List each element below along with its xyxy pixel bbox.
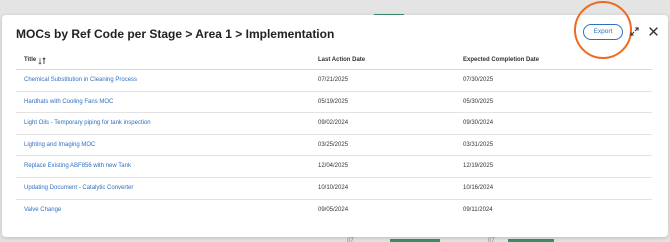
expected-completion-date: 03/31/2025: [463, 141, 494, 148]
table-row: Hardhats with Cooling Fans MOC 05/19/202…: [16, 92, 652, 114]
expected-completion-date: 12/19/2025: [463, 163, 494, 170]
column-header-title[interactable]: Title: [24, 57, 36, 63]
last-action-date: 03/25/2025: [318, 141, 349, 148]
table-row: Lighting and Imaging MOC 03/25/2025 03/3…: [16, 135, 652, 157]
expected-completion-date: 07/30/2025: [463, 77, 494, 83]
expected-completion-date: 10/16/2024: [463, 184, 494, 191]
last-action-date: 09/02/2024: [318, 120, 349, 127]
moc-title-link[interactable]: Updating Document - Catalytic Converter: [24, 185, 133, 191]
moc-title-link[interactable]: Light Oils - Temporary piping for tank i…: [24, 120, 151, 126]
expected-completion-date: 09/30/2024: [463, 120, 494, 127]
table-row: Valve Change 09/05/2024 09/11/2024: [16, 200, 652, 222]
moc-title-link[interactable]: Lighting and Imaging MOC: [24, 142, 95, 148]
moc-title-link[interactable]: Replace Existing ABF856 with new Tank: [24, 163, 131, 169]
background-label: 07: [347, 238, 354, 242]
expected-completion-date: 05/30/2025: [463, 98, 494, 105]
table-row: Replace Existing ABF856 with new Tank 12…: [16, 156, 652, 178]
last-action-date: 10/10/2024: [318, 184, 349, 191]
moc-table: Title Last Action Date Expected Completi…: [16, 53, 652, 221]
table-row: Light Oils - Temporary piping for tank i…: [16, 113, 652, 135]
moc-details-modal: MOCs by Ref Code per Stage > Area 1 > Im…: [2, 1, 668, 237]
table-row: Chemical Substitution in Cleaning Proces…: [16, 70, 652, 92]
moc-title-link[interactable]: Hardhats with Cooling Fans MOC: [24, 99, 113, 105]
background-label: 07: [488, 238, 495, 242]
modal-title: MOCs by Ref Code per Stage > Area 1 > Im…: [16, 27, 335, 41]
moc-title-link[interactable]: Valve Change: [24, 207, 61, 213]
last-action-date: 12/04/2025: [318, 163, 349, 170]
close-icon[interactable]: [648, 26, 659, 37]
last-action-date: 05/19/2025: [318, 98, 349, 105]
table-row: Updating Document - Catalytic Converter …: [16, 178, 652, 200]
expand-icon[interactable]: [630, 27, 639, 36]
sort-icon[interactable]: [38, 57, 46, 65]
table-header: Title Last Action Date Expected Completi…: [16, 53, 652, 70]
column-header-last-action-date[interactable]: Last Action Date: [318, 57, 365, 63]
moc-title-link[interactable]: Chemical Substitution in Cleaning Proces…: [24, 77, 137, 83]
column-header-expected-completion-date[interactable]: Expected Completion Date: [463, 57, 539, 63]
last-action-date: 09/05/2024: [318, 206, 349, 213]
export-button[interactable]: Export: [583, 24, 623, 40]
last-action-date: 07/21/2025: [318, 77, 349, 83]
expected-completion-date: 09/11/2024: [463, 206, 493, 213]
